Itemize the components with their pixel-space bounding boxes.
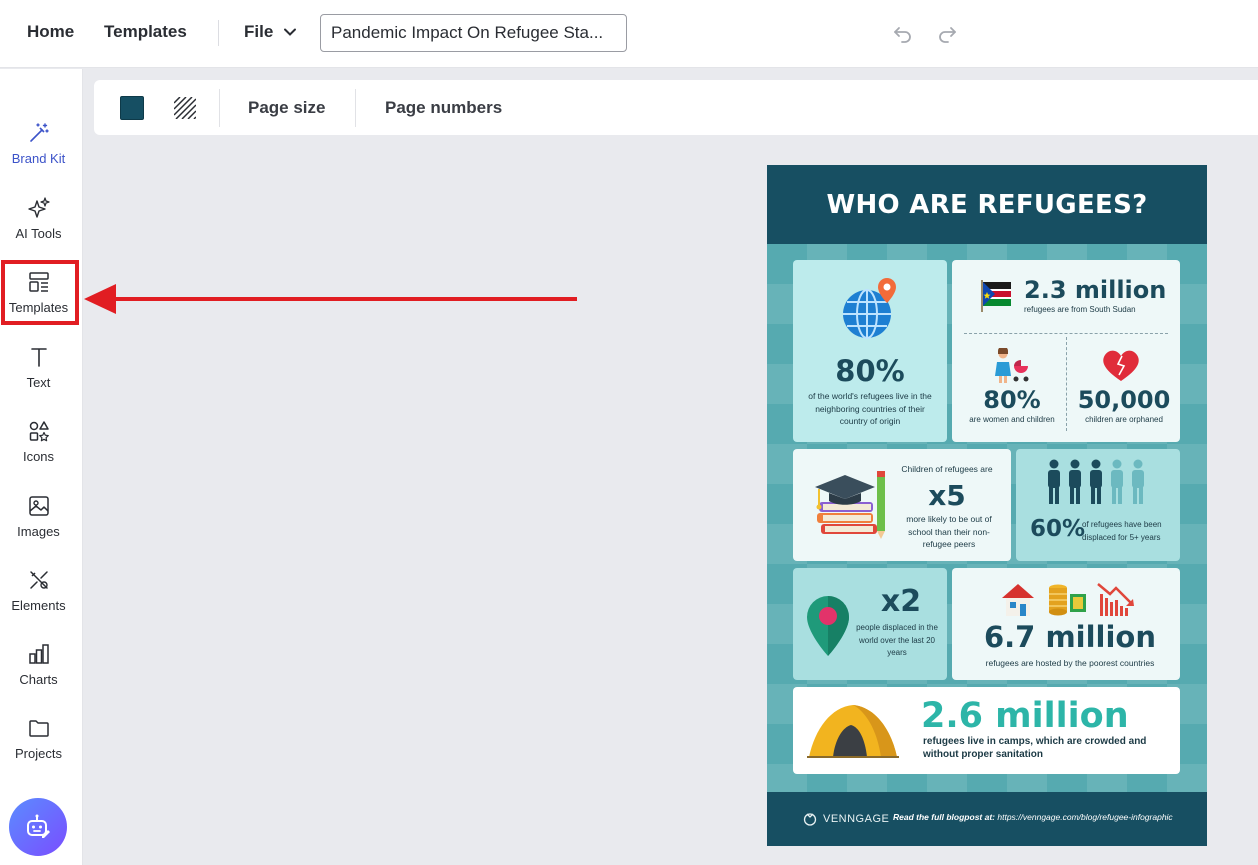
stat-intro: Children of refugees are (901, 464, 993, 474)
redo-icon[interactable] (934, 20, 960, 46)
magic-wand-icon (29, 123, 49, 142)
sidebar-item-label: Charts (19, 672, 58, 687)
divider (355, 89, 356, 127)
page-toolbar: Page size Page numbers (94, 80, 1258, 135)
sidebar-item-label: AI Tools (15, 226, 62, 241)
stat-card-school[interactable]: Children of refugees are x5 more likely … (793, 449, 1011, 561)
undo-icon[interactable] (890, 20, 916, 46)
stat-description: refugees are hosted by the poorest count… (985, 658, 1155, 668)
bar-chart-icon (28, 644, 49, 664)
infographic-footer: VENNGAGE Read the full blogpost at: http… (767, 792, 1207, 846)
stat-card-displaced[interactable]: 60% of refugees have been displaced for … (1016, 449, 1180, 561)
text-icon (30, 348, 47, 367)
stat-description: of the world's refugees live in the neig… (808, 391, 932, 426)
books-graduation-icon (815, 471, 885, 539)
sidebar-item-images[interactable]: Images (0, 490, 77, 552)
broken-heart-icon (1103, 350, 1139, 381)
footer-source-note: Read the full blogpost at: https://venng… (893, 812, 1173, 822)
footer-url: https://venngage.com/blog/refugee-infogr… (997, 812, 1173, 822)
sidebar-item-brand-kit[interactable]: Brand Kit (0, 117, 77, 179)
venngage-logo: VENNGAGE (803, 812, 889, 826)
stat-description: of refugees have been displaced for 5+ y… (1082, 520, 1162, 542)
stat-description: people displaced in the world over the l… (856, 623, 938, 657)
stat-description: are women and children (969, 415, 1055, 424)
stat-card-south-sudan[interactable]: 2.3 million refugees are from South Suda… (952, 260, 1180, 442)
sidebar-item-text[interactable]: Text (0, 341, 77, 403)
sidebar-item-label: Brand Kit (11, 151, 66, 166)
stat-value: 60% (1030, 516, 1086, 542)
document-title-input[interactable]: Pandemic Impact On Refugee Sta... (320, 14, 627, 52)
sidebar-item-charts[interactable]: Charts (0, 638, 77, 700)
page-size-button[interactable]: Page size (248, 98, 326, 118)
map-pin-icon (807, 596, 849, 656)
stat-card-doubled[interactable]: x2 people displaced in the world over th… (793, 568, 947, 680)
sidebar-item-label: Images (17, 524, 60, 539)
sidebar-item-label: Projects (15, 746, 62, 761)
stat-card-neighbors[interactable]: 80% of the world's refugees live in the … (793, 260, 947, 442)
divider (219, 89, 220, 127)
folder-icon (28, 720, 49, 737)
south-sudan-flag-icon (981, 280, 1011, 312)
footer-brand-text: VENNGAGE (823, 813, 890, 825)
stat-value: 2.3 million (1024, 276, 1167, 304)
dashed-divider (964, 333, 1168, 334)
left-sidebar: Brand Kit AI Tools Templates Text Icons … (0, 69, 83, 865)
stat-card-poorest-countries[interactable]: 6.7 million refugees are hosted by the p… (952, 568, 1180, 680)
footer-prefix: Read the full blogpost at: (893, 812, 995, 822)
sidebar-item-label: Text (26, 375, 51, 390)
sparkles-icon (27, 197, 50, 218)
tent-icon (807, 705, 899, 758)
shapes-icon (29, 421, 49, 442)
stat-value: 6.7 million (983, 620, 1157, 654)
file-menu-label: File (244, 22, 274, 41)
sidebar-item-elements[interactable]: Elements (0, 564, 77, 626)
stat-value: x5 (928, 479, 966, 512)
image-icon (28, 496, 49, 516)
ai-assistant-button[interactable] (9, 798, 67, 856)
background-pattern-icon[interactable] (174, 97, 196, 119)
stat-value: 80% (983, 386, 1041, 414)
stat-description: children are orphaned (1085, 415, 1163, 424)
stat-description: more likely to be out of school than the… (906, 514, 992, 549)
page-numbers-button[interactable]: Page numbers (385, 98, 502, 118)
file-menu[interactable]: File (244, 22, 297, 42)
infographic-page[interactable]: WHO ARE REFUGEES? 80% of the world's ref… (767, 165, 1207, 846)
sidebar-item-ai-tools[interactable]: AI Tools (0, 192, 77, 254)
infographic-header: WHO ARE REFUGEES? (767, 165, 1207, 244)
stat-value: 2.6 million (921, 696, 1129, 736)
chevron-down-icon (284, 28, 297, 36)
sidebar-item-projects[interactable]: Projects (0, 712, 77, 774)
sidebar-item-icons[interactable]: Icons (0, 415, 77, 477)
sidebar-item-label: Elements (11, 598, 66, 613)
home-link[interactable]: Home (27, 22, 74, 42)
stat-description: refugees live in camps, which are crowde… (923, 736, 1147, 760)
stat-value: 80% (835, 354, 905, 388)
sidebar-item-label: Icons (22, 449, 55, 464)
robot-icon (27, 814, 50, 838)
stat-value: x2 (880, 584, 922, 619)
background-color-swatch[interactable] (120, 96, 144, 120)
stat-description: refugees are from South Sudan (1024, 305, 1136, 314)
templates-highlight-box (1, 260, 79, 325)
mother-child-icon (995, 348, 1029, 383)
house-money-chart-icons (1002, 583, 1134, 616)
globe-pin-icon (843, 278, 896, 339)
red-arrow-annotation (84, 284, 577, 314)
people-row-icon (1048, 459, 1144, 504)
stat-card-camps[interactable]: 2.6 million refugees live in camps, whic… (793, 687, 1180, 774)
venngage-logo-icon (803, 813, 817, 826)
templates-link[interactable]: Templates (104, 22, 187, 42)
infographic-title[interactable]: WHO ARE REFUGEES? (827, 190, 1148, 220)
top-bar: Home Templates File Pandemic Impact On R… (0, 0, 1258, 68)
divider (218, 20, 219, 46)
elements-icon (29, 571, 48, 589)
stat-value: 50,000 (1077, 386, 1171, 414)
